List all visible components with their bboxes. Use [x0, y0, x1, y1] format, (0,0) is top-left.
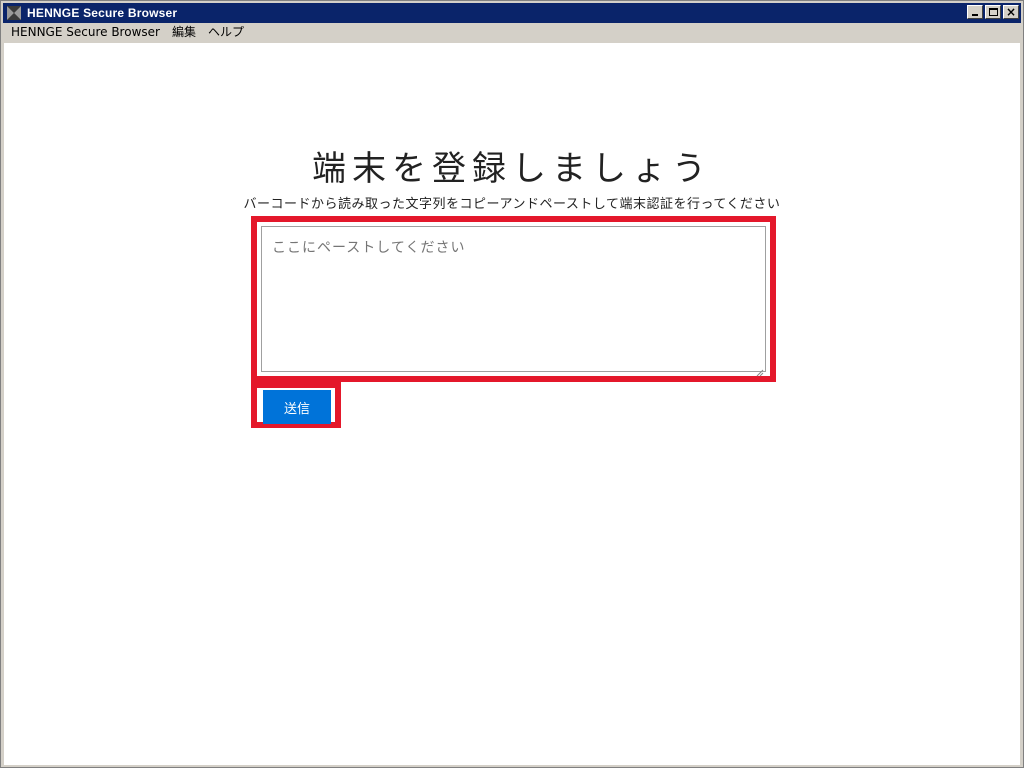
- paste-highlight-frame: [251, 216, 776, 382]
- window-title: HENNGE Secure Browser: [27, 6, 178, 20]
- resize-grip-icon[interactable]: [756, 362, 764, 377]
- menu-bar: HENNGE Secure Browser 編集 ヘルプ: [3, 23, 1021, 42]
- window-controls: ×: [967, 5, 1019, 19]
- page-title: 端末を登録しましょう: [312, 149, 712, 189]
- menu-item-app[interactable]: HENNGE Secure Browser: [3, 23, 166, 42]
- browser-window: HENNGE Secure Browser × HENNGE Secure Br…: [0, 0, 1024, 768]
- menu-item-edit[interactable]: 編集: [166, 23, 202, 42]
- title-bar[interactable]: HENNGE Secure Browser ×: [3, 3, 1021, 23]
- page-subtitle: バーコードから読み取った文字列をコピーアンドペーストして端末認証を行ってください: [243, 197, 781, 212]
- menu-item-help[interactable]: ヘルプ: [202, 23, 250, 42]
- paste-textarea[interactable]: [261, 226, 766, 372]
- maximize-icon: [989, 8, 998, 16]
- submit-highlight-frame: 送信: [251, 382, 341, 428]
- close-button[interactable]: ×: [1003, 5, 1019, 19]
- close-icon: ×: [1006, 5, 1017, 19]
- minimize-icon: [972, 14, 978, 16]
- minimize-button[interactable]: [967, 5, 983, 19]
- maximize-button[interactable]: [985, 5, 1001, 19]
- submit-button[interactable]: 送信: [263, 390, 331, 424]
- page-content: 端末を登録しましょう バーコードから読み取った文字列をコピーアンドペーストして端…: [4, 43, 1020, 765]
- app-logo-icon: [6, 5, 22, 21]
